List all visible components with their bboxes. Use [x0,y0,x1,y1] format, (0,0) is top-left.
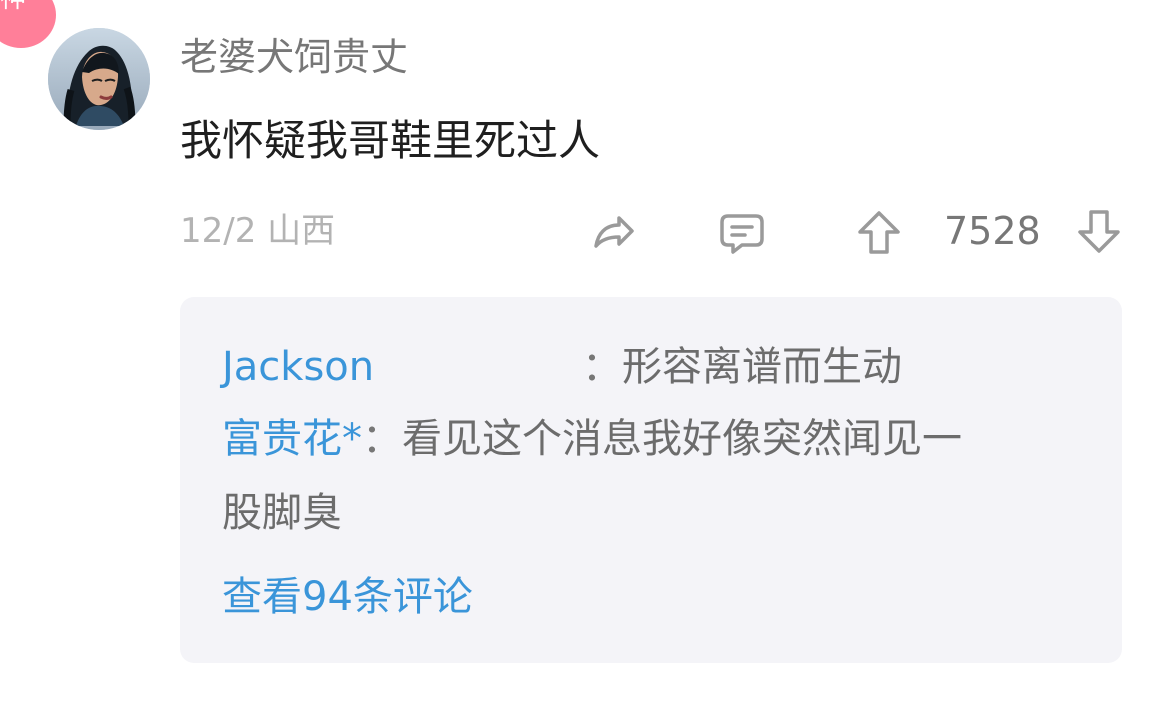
downvote-button[interactable] [1072,205,1126,259]
arrow-down-icon [1078,210,1120,253]
reply-item[interactable]: 富贵花*：看见这个消息我好像突然闻见一 [222,403,962,475]
username[interactable]: 老婆犬饲贵丈 [180,32,408,82]
god-comment-badge: 神 [0,0,56,48]
vote-count: 7528 [944,209,1041,253]
reply-separator: ： [582,344,622,390]
share-button[interactable] [586,205,642,261]
reply-author[interactable]: 富贵花* [222,416,362,462]
share-icon [594,216,634,248]
comment-icon [720,214,764,254]
reply-body: 看见这个消息我好像突然闻见一 [402,416,962,462]
reply-author[interactable]: Jackson [222,331,582,403]
reply-button[interactable] [714,205,770,261]
upvote-button[interactable] [852,205,906,259]
reply-preview-panel: Jackson ：形容离谱而生动 富贵花*：看见这个消息我好像突然闻见一 股脚臭 … [180,297,1122,663]
badge-label: 神 [0,0,26,14]
comment-text: 我怀疑我哥鞋里死过人 [180,116,601,165]
reply-body: 形容离谱而生动 [622,344,902,390]
reply-body-continued: 股脚臭 [222,490,342,536]
reply-separator: ： [362,416,402,462]
avatar[interactable] [48,28,150,130]
arrow-up-icon [858,211,900,254]
comment-meta: 12/2 山西 [180,211,336,251]
reply-item[interactable]: Jackson ：形容离谱而生动 [222,331,902,403]
view-more-comments-link[interactable]: 查看94条评论 [222,561,473,633]
avatar-image [48,28,150,130]
